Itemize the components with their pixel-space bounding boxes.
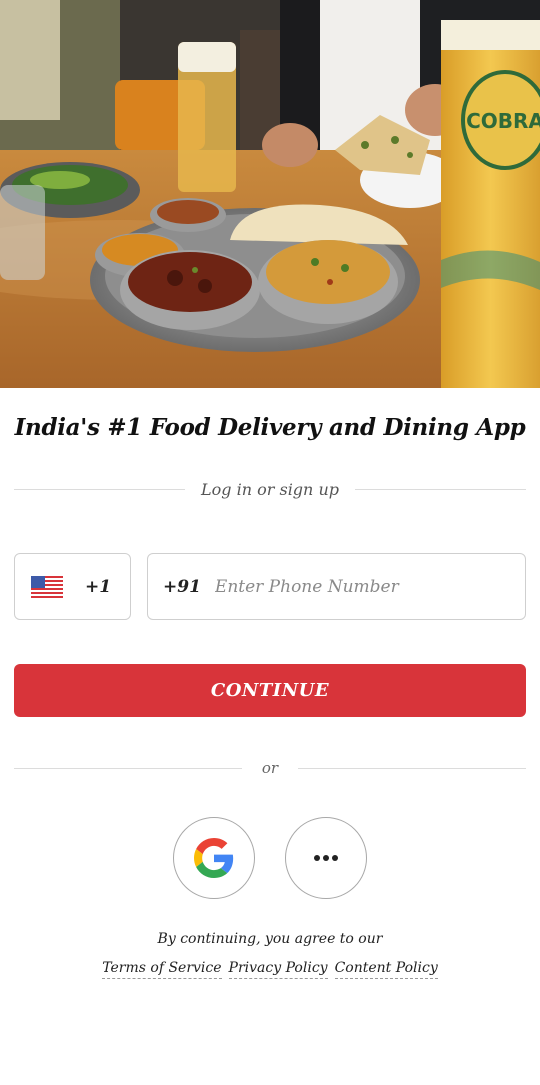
continue-button[interactable]: CONTINUE	[14, 664, 526, 717]
phone-number-input[interactable]	[214, 576, 525, 597]
terms-of-service-link[interactable]: Terms of Service	[102, 960, 222, 979]
or-divider-label: or	[261, 759, 279, 777]
policy-links: Terms of Service Privacy Policy Content …	[0, 960, 540, 979]
google-login-button[interactable]	[173, 817, 255, 899]
hero-food-image: COBRA	[0, 0, 540, 388]
divider-line-left	[14, 767, 242, 769]
page-title: India's #1 Food Delivery and Dining App	[14, 414, 526, 441]
login-divider-label: Log in or sign up	[201, 480, 339, 499]
more-options-icon	[314, 855, 338, 861]
or-divider: or	[14, 759, 527, 777]
privacy-policy-link[interactable]: Privacy Policy	[228, 960, 328, 979]
phone-number-field[interactable]: +91	[147, 553, 526, 620]
phone-prefix: +91	[163, 576, 201, 597]
divider-line-right	[354, 489, 526, 490]
google-icon	[194, 838, 234, 878]
divider-line-right	[298, 767, 527, 769]
more-options-button[interactable]	[285, 817, 367, 899]
content-policy-link[interactable]: Content Policy	[334, 960, 438, 979]
glass-brand-text: COBRA	[466, 109, 540, 133]
divider-line-left	[14, 489, 186, 490]
terms-agree-text: By continuing, you agree to our	[157, 931, 383, 947]
country-code-selector[interactable]: +1	[14, 553, 131, 620]
country-code: +1	[85, 576, 112, 597]
us-flag-icon	[31, 575, 63, 598]
login-divider: Log in or sign up	[14, 480, 526, 499]
